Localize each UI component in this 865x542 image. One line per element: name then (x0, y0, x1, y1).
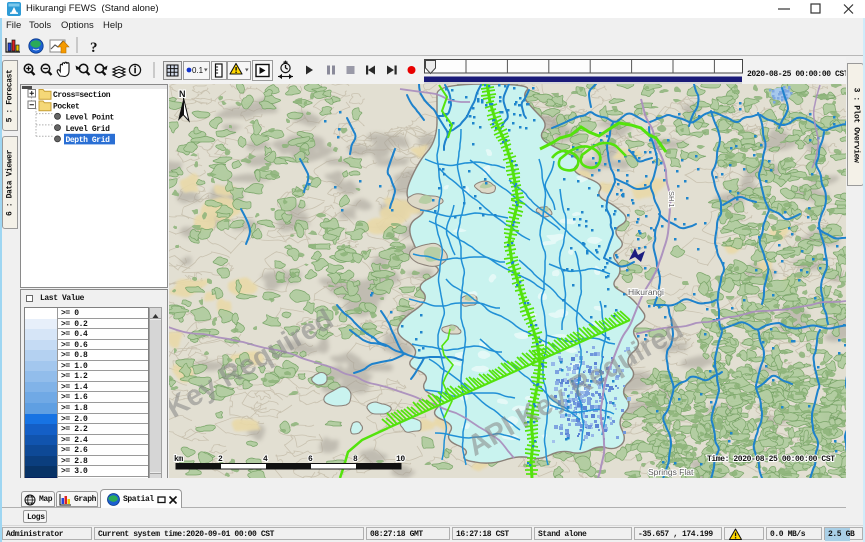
svg-text:10: 10 (396, 455, 405, 464)
svg-text:Pocket: Pocket (53, 102, 80, 111)
svg-text:8: 8 (353, 455, 358, 464)
svg-text:6: 6 (308, 455, 313, 464)
svg-text:Hikurangi: Hikurangi (628, 287, 664, 297)
svg-text:Springs Flat: Springs Flat (648, 467, 694, 477)
svg-text:Cross=section: Cross=section (53, 91, 111, 100)
svg-text:2020-08-25 00:00:00 CST: 2020-08-25 00:00:00 CST (747, 70, 849, 79)
svg-text:2: 2 (218, 455, 223, 464)
svg-text:?: ? (90, 40, 98, 56)
svg-text:0.1: 0.1 (192, 66, 204, 75)
svg-text:4: 4 (263, 455, 268, 464)
svg-text:N: N (179, 89, 186, 99)
svg-text:Level Grid: Level Grid (66, 125, 111, 134)
svg-text:Time: 2020-08-25 00:00:00 CST: Time: 2020-08-25 00:00:00 CST (707, 455, 835, 464)
svg-text:Level Point: Level Point (66, 114, 115, 123)
svg-text:SH 1: SH 1 (667, 191, 676, 208)
svg-text:Depth Grid: Depth Grid (66, 136, 111, 145)
svg-text:km: km (174, 455, 183, 464)
